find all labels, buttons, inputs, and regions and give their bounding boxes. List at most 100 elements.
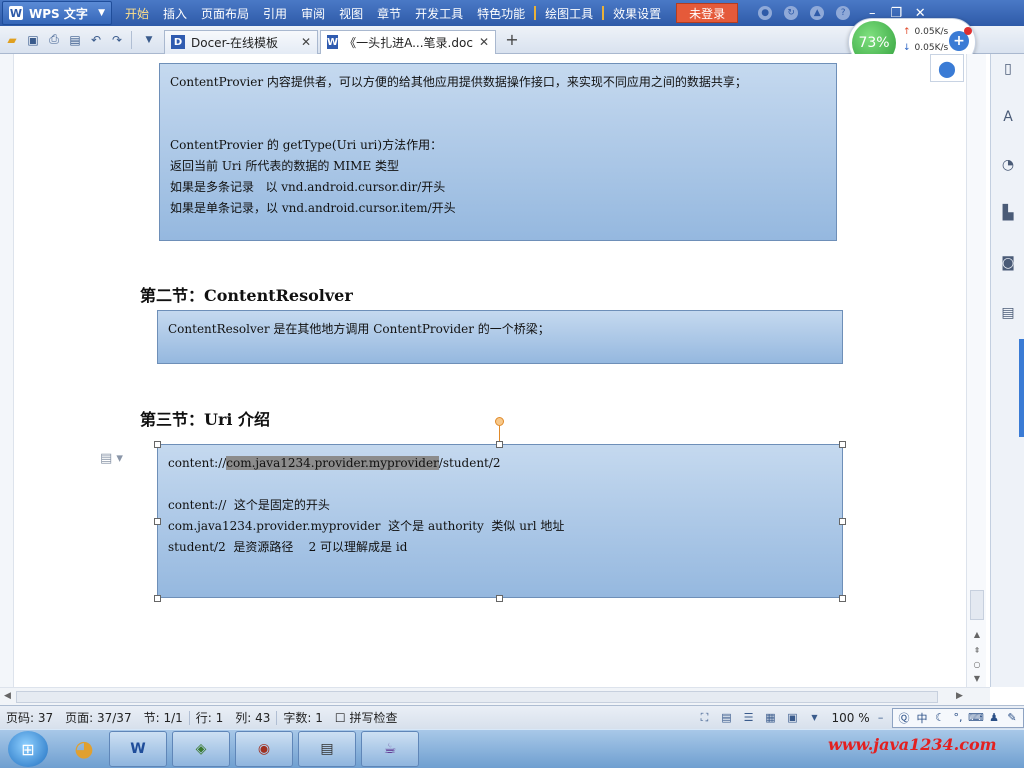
textbox-line: 返回当前 Uri 所代表的数据的 MIME 类型 xyxy=(170,159,400,173)
menu-item[interactable]: 插入 xyxy=(156,0,194,26)
prev-page-icon[interactable]: ⇞ xyxy=(971,644,983,656)
selected-authority-text[interactable]: com.java1234.provider.myprovider xyxy=(226,456,439,470)
next-page-icon[interactable]: ▼ xyxy=(971,672,983,684)
web-view-icon[interactable]: ▦ xyxy=(763,710,779,726)
taskbar-wps-writer[interactable]: W xyxy=(109,731,167,767)
new-tab-button[interactable]: + xyxy=(502,30,522,50)
download-speed-row: ↓ 0.05K/s xyxy=(903,43,948,53)
shirt-icon[interactable]: ▲ xyxy=(810,6,825,20)
textbox-line xyxy=(170,114,826,135)
status-page-code: 页码: 37 xyxy=(6,711,54,725)
menu-item[interactable]: 特色功能 xyxy=(470,0,532,26)
reading-view-icon[interactable]: ▣ xyxy=(785,710,801,726)
zoom-level[interactable]: 100 % xyxy=(832,711,870,725)
shapes-icon[interactable]: ◔ xyxy=(999,156,1017,174)
toolbar-dropdown-icon[interactable]: ▼ xyxy=(140,31,158,49)
scroll-right-icon[interactable]: ▶ xyxy=(956,691,963,701)
taskbar-android-emulator[interactable]: ◈ xyxy=(172,731,230,767)
document-tab[interactable]: D Docer-在线模板 ✕ xyxy=(164,29,318,54)
menu-item[interactable]: 开发工具 xyxy=(408,0,470,26)
menu-effect-settings[interactable]: 效果设置 xyxy=(606,0,668,26)
zoom-dropdown-icon[interactable]: ▼ xyxy=(807,710,823,726)
app-menu-button[interactable]: W WPS 文字 ▼ xyxy=(2,1,112,25)
document-tab[interactable]: W 《一头扎进A...笔录.doc ✕ xyxy=(320,29,496,54)
resize-handle-se[interactable] xyxy=(839,595,846,602)
tab-close-icon[interactable]: ✕ xyxy=(301,35,311,49)
login-button[interactable]: 未登录 xyxy=(676,3,739,23)
refresh-icon[interactable]: ↻ xyxy=(784,6,799,20)
backup-icon[interactable]: ◙ xyxy=(999,254,1017,272)
menu-item[interactable]: 页面布局 xyxy=(194,0,256,26)
textbox-content-resolver[interactable]: ContentResolver 是在其他地方调用 ContentProvider… xyxy=(157,310,843,364)
ime-moon-icon[interactable]: ☾ xyxy=(931,710,949,726)
horizontal-scroll-thumb[interactable] xyxy=(16,691,938,703)
menu-item[interactable]: 章节 xyxy=(370,0,408,26)
textbox-uri-intro[interactable]: content://com.java1234.provider.myprovid… xyxy=(157,444,843,598)
horizontal-scrollbar[interactable]: ◀ ▶ xyxy=(0,687,990,705)
style-icon[interactable]: A xyxy=(999,108,1017,126)
resize-handle-s[interactable] xyxy=(496,595,503,602)
redo-icon[interactable]: ↷ xyxy=(108,31,126,49)
uri-suffix: /student/2 xyxy=(438,456,501,470)
open-folder-icon[interactable]: ▰ xyxy=(3,31,21,49)
ime-toolbar[interactable]: Ⓠ 中 ☾ °, ⌨ ♟ ✎ xyxy=(892,707,1024,728)
undo-icon[interactable]: ↶ xyxy=(87,31,105,49)
spell-check-toggle[interactable]: ☐ 拼写检查 xyxy=(329,709,404,726)
textbox-line: content:// 这个是固定的开头 xyxy=(168,498,330,512)
outline-view-icon[interactable]: ☰ xyxy=(741,710,757,726)
taskbar-java-ee-ide[interactable]: ☕ xyxy=(361,731,419,767)
resize-handle-n[interactable] xyxy=(496,441,503,448)
save-icon[interactable]: ▣ xyxy=(24,31,42,49)
resize-handle-w[interactable] xyxy=(154,518,161,525)
start-button[interactable]: ⊞ xyxy=(8,731,48,767)
menu-item[interactable]: 视图 xyxy=(332,0,370,26)
ime-mode[interactable]: 中 xyxy=(913,710,931,726)
resize-handle-e[interactable] xyxy=(839,518,846,525)
vertical-scrollbar[interactable]: ▲ ⇞ ○ ▼ xyxy=(966,54,986,687)
textbox-line: 如果是单条记录，以 vnd.android.cursor.item/开头 xyxy=(170,201,456,215)
ime-user-icon[interactable]: ♟ xyxy=(985,710,1003,726)
toolbar-separator xyxy=(131,30,132,49)
location-pin-icon[interactable]: ⬤ xyxy=(930,54,964,82)
resize-handle-nw[interactable] xyxy=(154,441,161,448)
select-icon[interactable]: ▙ xyxy=(999,204,1017,222)
taskbar-notepad[interactable]: ▤ xyxy=(298,731,356,767)
ime-logo-icon[interactable]: Ⓠ xyxy=(895,710,913,726)
menu-item[interactable]: 引用 xyxy=(256,0,294,26)
resize-handle-sw[interactable] xyxy=(154,595,161,602)
print-preview-icon[interactable]: ▤ xyxy=(66,31,84,49)
help-icon[interactable]: ? xyxy=(836,6,851,20)
side-panel-toggle[interactable] xyxy=(1019,339,1024,437)
menu-item[interactable]: 审阅 xyxy=(294,0,332,26)
resize-handle-ne[interactable] xyxy=(839,441,846,448)
page-view-icon[interactable]: ▤ xyxy=(719,710,735,726)
menu-item[interactable]: 开始 xyxy=(118,0,156,26)
tab-close-icon[interactable]: ✕ xyxy=(479,35,489,49)
textbox-content-provider[interactable]: ContentProvier 内容提供者，可以方便的给其他应用提供数据操作接口，… xyxy=(159,63,837,241)
scroll-up-icon[interactable]: ▲ xyxy=(971,628,983,640)
select-browse-icon[interactable]: ○ xyxy=(971,658,983,670)
menu-draw-tools[interactable]: 绘图工具 xyxy=(538,0,600,26)
ime-punct-icon[interactable]: °, xyxy=(949,710,967,726)
document-tools-icon[interactable]: ▤ xyxy=(999,304,1017,322)
print-icon[interactable]: ⎙ xyxy=(45,31,63,49)
zoom-out-icon[interactable]: – xyxy=(873,710,889,726)
taskbar-recorder[interactable]: ◉ xyxy=(235,731,293,767)
status-line: 行: 1 xyxy=(195,711,224,725)
skin-icon[interactable]: ● xyxy=(758,6,773,20)
scroll-left-icon[interactable]: ◀ xyxy=(4,691,11,701)
upload-speed-row: ↑ 0.05K/s xyxy=(903,27,948,37)
people-app-icon[interactable]: ◕ xyxy=(64,731,104,767)
status-page[interactable]: 页面: 37/37 xyxy=(59,709,137,726)
document-area[interactable]: ⬤ ContentProvier 内容提供者，可以方便的给其他应用提供数据操作接… xyxy=(0,54,990,687)
vertical-scroll-thumb[interactable] xyxy=(970,590,984,620)
heading-section-3: 第三节：Uri 介绍 xyxy=(140,410,271,429)
rotate-handle[interactable] xyxy=(495,417,504,426)
ime-keyboard-icon[interactable]: ⌨ xyxy=(967,710,985,726)
textbox-line: com.java1234.provider.myprovider 这个是 aut… xyxy=(168,519,565,533)
paragraph-mark-icon[interactable]: ▤ ▾ xyxy=(100,451,123,466)
ime-tools-icon[interactable]: ✎ xyxy=(1003,710,1021,726)
full-screen-icon[interactable]: ⛶ xyxy=(697,710,713,726)
status-word-count[interactable]: 字数: 1 xyxy=(277,709,329,726)
new-document-icon[interactable]: ▯ xyxy=(999,60,1017,78)
